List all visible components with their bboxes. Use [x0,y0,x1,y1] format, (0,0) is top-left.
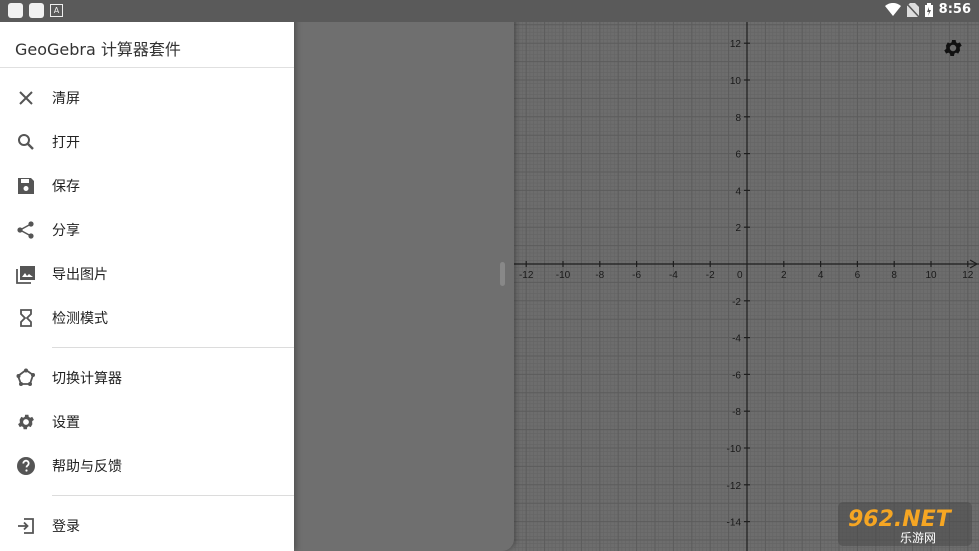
y-tick-label: 12 [730,39,742,50]
notification-icon [29,3,44,18]
menu-item-label: 帮助与反馈 [52,459,122,475]
navigation-drawer: GeoGebra 计算器套件 清屏 打开 保存 分享 导出图片 检测模式 切换计… [0,0,294,551]
gear-icon [18,414,34,430]
menu-item-settings[interactable]: 设置 [0,400,294,444]
menu-item-exam-mode[interactable]: 检测模式 [0,296,294,340]
x-tick-label: 0 [737,270,743,281]
y-tick-label: 4 [735,186,741,197]
search-icon [18,134,34,150]
hourglass-icon [20,309,32,327]
x-tick-label: -10 [556,270,571,281]
y-tick-label: 2 [735,223,741,234]
battery-icon [924,2,933,17]
wifi-icon [884,3,901,16]
graph-settings-gear-icon[interactable] [942,37,964,59]
image-icon [16,266,35,284]
menu-item-label: 保存 [52,179,80,195]
y-tick-label: -8 [732,407,741,418]
y-tick-label: -6 [732,370,741,381]
menu-item-label: 导出图片 [52,267,108,283]
x-tick-label: 2 [781,270,787,281]
y-tick-label: -12 [727,481,742,492]
menu-item-switch-calculator[interactable]: 切换计算器 [0,356,294,400]
site-watermark-logo: 962.NET 乐游网 [838,502,972,546]
x-tick-label: -12 [519,270,534,281]
menu-item-label: 检测模式 [52,311,108,327]
x-tick-label: -6 [632,270,641,281]
x-tick-label: -4 [669,270,678,281]
clock: 8:56 [938,2,971,17]
y-tick-label: -14 [727,518,742,529]
polygon-icon [16,368,35,386]
close-icon [19,91,33,105]
notification-a-icon: A [50,4,63,17]
divider [0,67,294,68]
y-tick-label: -10 [727,444,742,455]
menu-item-clear[interactable]: 清屏 [0,76,294,120]
y-tick-label: 8 [735,113,741,124]
watermark-sub: 乐游网 [900,531,936,545]
x-tick-label: 8 [891,270,897,281]
drawer-title: GeoGebra 计算器套件 [15,40,181,59]
save-icon [18,178,34,194]
menu-item-open[interactable]: 打开 [0,120,294,164]
x-tick-label: 12 [962,270,974,281]
menu-item-share[interactable]: 分享 [0,208,294,252]
share-icon [17,221,34,239]
x-tick-label: -2 [706,270,715,281]
divider [52,347,294,348]
no-sim-icon [906,2,919,17]
menu-item-label: 登录 [52,519,80,535]
menu-item-save[interactable]: 保存 [0,164,294,208]
menu-item-label: 切换计算器 [52,371,122,387]
menu-item-label: 清屏 [52,91,80,107]
x-tick-label: -8 [595,270,604,281]
watermark-brand: 962.NET [848,507,953,532]
menu-item-label: 打开 [52,135,80,151]
notification-icon [8,3,23,18]
help-icon [17,457,35,475]
login-icon [18,518,34,534]
menu-item-label: 设置 [52,415,80,431]
divider [52,495,294,496]
y-tick-label: 6 [735,150,741,161]
menu-item-help-feedback[interactable]: 帮助与反馈 [0,444,294,488]
y-tick-label: -2 [732,297,741,308]
status-bar: A 8:56 [0,0,979,22]
menu-item-label: 分享 [52,223,80,239]
menu-item-login[interactable]: 登录 [0,504,294,548]
x-tick-label: 10 [925,270,937,281]
y-tick-label: -4 [732,334,741,345]
menu-item-export-image[interactable]: 导出图片 [0,252,294,296]
x-tick-label: 4 [818,270,824,281]
y-tick-label: 10 [730,76,742,87]
algebra-panel [294,0,514,551]
x-tick-label: 6 [855,270,861,281]
panel-resize-handle[interactable] [500,262,505,286]
